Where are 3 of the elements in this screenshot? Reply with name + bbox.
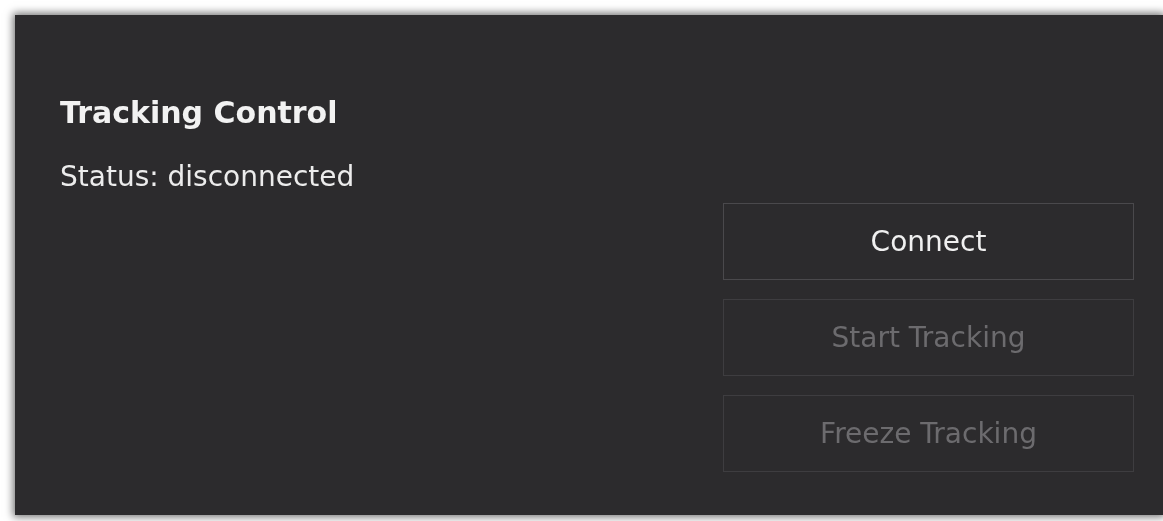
action-button[interactable]: Connect bbox=[723, 203, 1134, 280]
status-text: Status: disconnected bbox=[60, 159, 355, 195]
panel-title: Tracking Control bbox=[60, 94, 339, 132]
